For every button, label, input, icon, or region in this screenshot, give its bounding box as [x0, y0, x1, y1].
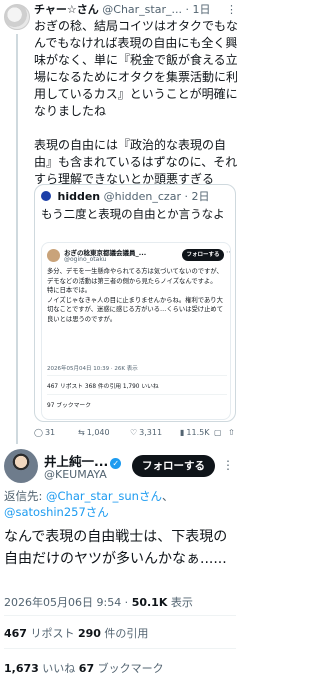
separator-dot: · — [185, 3, 189, 16]
reply-action[interactable]: ◯ 31 — [34, 428, 55, 437]
verified-badge-icon: ✓ — [110, 458, 122, 469]
retweet-icon: ⇆ — [78, 428, 85, 437]
author-handle[interactable]: @Char_star_... — [102, 3, 182, 16]
embedded-more-icon: ⋯ — [226, 248, 230, 256]
divider — [4, 648, 236, 649]
main-author-name[interactable]: 井上純一... — [44, 454, 108, 469]
embedded-divider — [47, 375, 227, 376]
embedded-follow-button: フォローする — [182, 249, 224, 261]
heart-icon: ♡ — [130, 428, 138, 437]
main-author-handle[interactable]: @KEUMAYA — [44, 468, 107, 481]
more-icon[interactable]: ⋮ — [226, 3, 237, 16]
reply-separator: 、 — [161, 489, 174, 503]
quote-author-handle: @hidden_czar — [103, 190, 181, 203]
divider — [4, 615, 236, 616]
embedded-body: 多分、デモを一生懸命やられてる方は気づいてないのですが、デモなどの活動は第三者の… — [47, 267, 229, 324]
mention-link[interactable]: @satoshin257さん — [4, 505, 109, 519]
author-name[interactable]: チャー☆さん — [34, 3, 99, 16]
embedded-meta: 2026年05月04日 10:39 · 26K 表示 — [47, 366, 138, 372]
tweet-paragraph-1: おぎの稔、結局コイツはオタクでもなんでもなければ表現の自由にも全く興味がなく、単… — [34, 19, 239, 118]
repost-quote-stats: 467 リポスト 290 件の引用 — [4, 625, 148, 641]
embedded-author-handle: @ogino_otaku — [64, 256, 107, 263]
main-tweet-meta: 2026年05月06日 9:54 · 50.1K 表示 — [4, 594, 193, 610]
embedded-avatar — [47, 249, 60, 262]
views-action[interactable]: ▮ 11.5K — [180, 428, 209, 437]
tweet-time[interactable]: 1日 — [192, 3, 210, 16]
quote-author-name: hidden — [57, 190, 101, 203]
main-tweet-text: なんで表現の自由戦士は、下表現の自由だけのヤツが多いんかなぁ...... — [4, 529, 228, 567]
tweet-paragraph-2: 表現の自由には『政治的な表現の自由』も含まれているはずなのに、それすら理解できな… — [34, 138, 238, 186]
tweet-action-bar: ◯ 31 ⇆ 1,040 ♡ 3,311 ▮ 11.5K ▢ ⇧ — [34, 428, 238, 442]
reply-to-prefix: 返信先: — [4, 489, 47, 503]
repost-label[interactable]: リポスト — [27, 627, 78, 640]
embedded-line: ノイズじゃなきゃ人の目に止まりませんからね。権利であり大切なことですが、迷惑に感… — [47, 296, 223, 323]
bookmark-count[interactable]: 67 — [79, 662, 94, 675]
embedded-line: 多分、デモを一生懸命やられてる方は気づいてないのですが、デモなどの活動は第三者の… — [47, 268, 223, 285]
like-action[interactable]: ♡ 3,311 — [130, 428, 162, 437]
thread-line — [16, 34, 18, 444]
mention-link[interactable]: @Char_star_sunさん — [46, 489, 162, 503]
retweet-action[interactable]: ⇆ 1,040 — [78, 428, 110, 437]
quote-header: hidden @hidden_czar · 2日 — [41, 190, 233, 204]
more-icon[interactable]: ⋮ — [222, 458, 234, 472]
retweet-count: 1,040 — [86, 428, 110, 437]
quote-avatar — [41, 191, 51, 201]
author-avatar[interactable] — [4, 4, 30, 30]
like-label[interactable]: いいね — [39, 662, 79, 675]
embedded-line: 特に日本では。 — [47, 287, 92, 294]
reply-to-line: 返信先: @Char_star_sunさん、 @satoshin257さん — [4, 488, 236, 520]
bookmark-label[interactable]: ブックマーク — [94, 662, 164, 675]
follow-button[interactable]: フォローする — [132, 455, 215, 477]
like-bookmark-stats: 1,673 いいね 67 ブックマーク — [4, 660, 164, 676]
bookmark-icon[interactable]: ▢ — [214, 428, 222, 437]
main-author-avatar[interactable] — [4, 449, 38, 483]
reply-count: 31 — [44, 428, 56, 437]
tweet-header: チャー☆さん @Char_star_... · 1日 — [34, 3, 240, 17]
views-label: 表示 — [167, 596, 193, 609]
like-total[interactable]: 1,673 — [4, 662, 39, 675]
quote-text: もう二度と表現の自由とか言うなよ — [41, 207, 225, 221]
analytics-icon: ▮ — [180, 428, 185, 437]
like-count: 3,311 — [139, 428, 163, 437]
repost-count[interactable]: 467 — [4, 627, 27, 640]
main-tweet-timestamp[interactable]: 2026年05月06日 9:54 · — [4, 596, 132, 609]
quote-image[interactable]: おぎの稔東京都議会議員_... @ogino_otaku フォローする ⋯ 多分… — [41, 242, 231, 420]
embedded-divider — [47, 394, 227, 395]
quote-time: 2日 — [191, 190, 210, 203]
quote-label[interactable]: 件の引用 — [101, 627, 148, 640]
embedded-bookmarks: 97 ブックマーク — [47, 403, 92, 409]
embedded-stats: 467 リポスト 368 件の引用 1,790 いいね — [47, 384, 159, 390]
quote-separator-dot: · — [184, 190, 188, 203]
quote-count[interactable]: 290 — [78, 627, 101, 640]
views-count: 11.5K — [186, 428, 210, 437]
tweet-text: おぎの稔、結局コイツはオタクでもなんでもなければ表現の自由にも全く興味がなく、単… — [34, 18, 238, 188]
quote-tweet-card[interactable]: hidden @hidden_czar · 2日 もう二度と表現の自由とか言うな… — [34, 184, 236, 422]
main-views-count: 50.1K — [131, 596, 168, 609]
reply-icon: ◯ — [34, 428, 43, 437]
share-icon[interactable]: ⇧ — [228, 428, 235, 437]
